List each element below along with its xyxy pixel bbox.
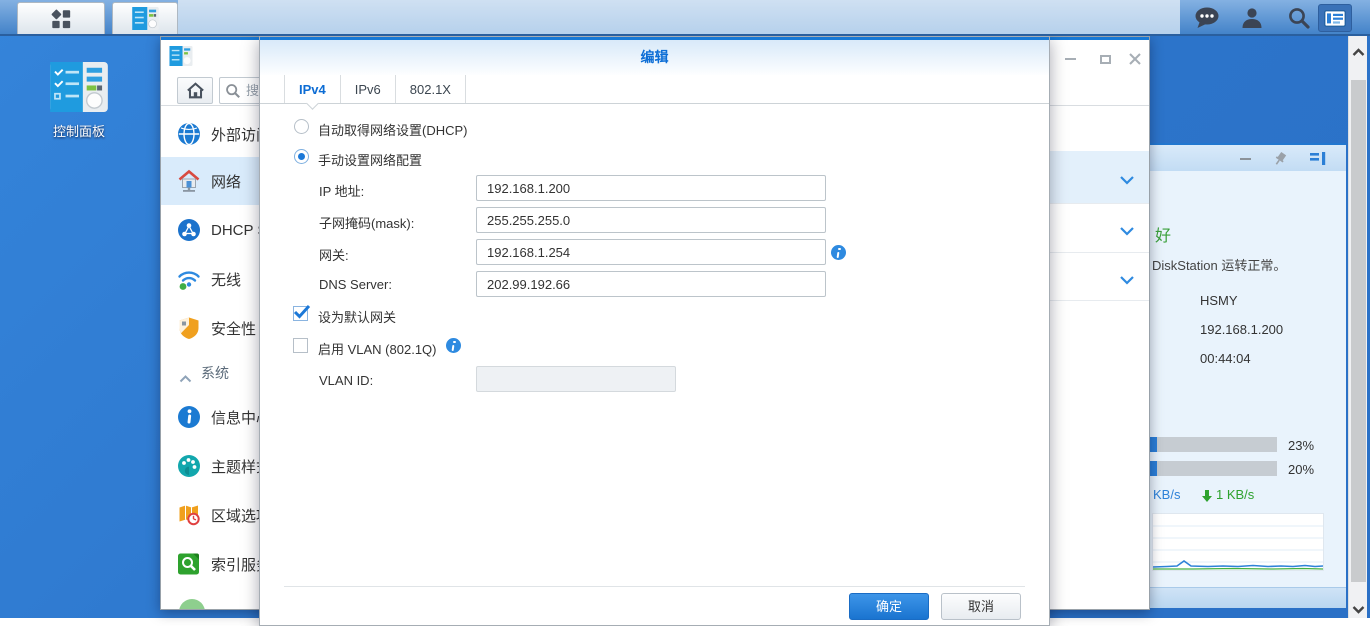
cpu-usage-bar — [1150, 437, 1277, 452]
page-scrollbar[interactable] — [1348, 36, 1367, 618]
home-button[interactable] — [177, 77, 213, 104]
desktop-icon-label: 控制面板 — [44, 121, 114, 140]
default-gateway-label: 设为默认网关 — [318, 307, 396, 326]
shield-icon — [177, 316, 201, 340]
tab-8021x[interactable]: 802.1X — [396, 75, 466, 104]
vlan-id-label: VLAN ID: — [319, 373, 373, 388]
download-speed-label: 1 KB/s — [1216, 487, 1254, 502]
radio-manual[interactable] — [294, 149, 309, 164]
maximize-button[interactable] — [1094, 51, 1116, 67]
info-icon — [177, 405, 201, 429]
scrollbar-thumb[interactable] — [1351, 80, 1366, 582]
scroll-down-icon[interactable] — [1352, 601, 1365, 610]
health-status-text: DiskStation 运转正常。 — [1152, 255, 1286, 274]
cancel-button[interactable]: 取消 — [941, 593, 1021, 620]
minimize-button[interactable] — [1059, 51, 1081, 67]
search-icon — [225, 83, 241, 104]
network-home-icon — [177, 169, 201, 193]
radio-dhcp[interactable] — [294, 119, 309, 134]
footer-divider — [284, 586, 1025, 587]
system-health-widget-panel: 好 DiskStation 运转正常。 HSMY 192.168.1.200 0… — [1150, 143, 1346, 608]
ram-usage-bar-fill — [1150, 461, 1157, 476]
uptime-value: 00:44:04 — [1200, 351, 1251, 366]
taskbar-control-panel-button[interactable] — [112, 2, 178, 34]
health-status-greeting: 好 — [1155, 222, 1171, 246]
close-button[interactable] — [1124, 51, 1146, 67]
tab-ipv6[interactable]: IPv6 — [341, 75, 396, 104]
user-menu-button[interactable] — [1238, 6, 1266, 30]
pilot-view-button[interactable] — [1318, 4, 1352, 32]
gateway-field[interactable] — [476, 239, 826, 265]
edit-dialog: 编辑 IPv4 IPv6 802.1X 自动取得网络设置(DHCP) 手动设置网… — [259, 36, 1050, 626]
subnet-mask-label: 子网掩码(mask): — [319, 213, 414, 232]
control-panel-icon — [50, 99, 108, 116]
window-title-icon — [169, 46, 193, 71]
vlan-checkbox[interactable] — [293, 338, 308, 353]
main-menu-icon — [50, 8, 72, 30]
widget-panel-icon[interactable] — [1310, 152, 1327, 171]
info-icon[interactable] — [446, 338, 461, 353]
info-icon[interactable] — [831, 245, 846, 260]
search-icon — [1287, 6, 1311, 30]
palette-icon — [177, 454, 201, 478]
ip-address-value: 192.168.1.200 — [1200, 322, 1283, 337]
widget-header — [1150, 143, 1346, 171]
ip-address-label: IP 地址: — [319, 181, 364, 200]
topbar — [0, 0, 1370, 36]
cpu-usage-bar-fill — [1150, 437, 1157, 452]
dns-server-label: DNS Server: — [319, 277, 392, 292]
scroll-up-icon[interactable] — [1352, 44, 1365, 53]
pin-icon[interactable] — [1272, 151, 1288, 172]
desktop-icon-control-panel[interactable]: 控制面板 — [44, 62, 114, 140]
chevron-down-icon[interactable] — [1119, 272, 1135, 282]
dhcp-server-icon — [177, 218, 201, 242]
widget-minimize-icon[interactable] — [1240, 158, 1251, 160]
pilot-view-icon — [1324, 10, 1346, 27]
control-panel-app-icon — [132, 7, 159, 30]
radio-dhcp-label: 自动取得网络设置(DHCP) — [318, 120, 468, 139]
upload-speed-label: KB/s — [1153, 487, 1180, 502]
map-clock-icon — [177, 503, 201, 527]
next-widget-header — [1150, 587, 1346, 608]
globe-icon — [177, 122, 201, 146]
cpu-percent-label: 23% — [1288, 438, 1314, 453]
topbar-light-section — [178, 0, 1180, 34]
tabs-divider — [260, 103, 1049, 104]
gateway-label: 网关: — [319, 245, 349, 264]
default-gateway-checkbox[interactable] — [293, 306, 308, 321]
index-search-icon — [177, 552, 201, 576]
server-name-value: HSMY — [1200, 293, 1238, 308]
wifi-icon — [177, 267, 201, 291]
ok-button[interactable]: 确定 — [849, 593, 929, 620]
download-arrow-icon — [1202, 489, 1212, 507]
ip-address-field[interactable] — [476, 175, 826, 201]
notifications-button[interactable] — [1192, 6, 1220, 30]
chevron-down-icon[interactable] — [1119, 223, 1135, 233]
network-traffic-chart — [1152, 513, 1324, 571]
chat-icon — [1193, 6, 1220, 30]
partial-next-icon — [179, 599, 205, 610]
subnet-mask-field[interactable] — [476, 207, 826, 233]
ram-percent-label: 20% — [1288, 462, 1314, 477]
search-button[interactable] — [1285, 6, 1313, 30]
dns-server-field[interactable] — [476, 271, 826, 297]
vlan-checkbox-label: 启用 VLAN (802.1Q) — [318, 339, 437, 358]
chevron-down-icon[interactable] — [1119, 172, 1135, 182]
vlan-id-field — [476, 366, 676, 392]
ram-usage-bar — [1150, 461, 1277, 476]
user-icon — [1240, 6, 1264, 30]
main-menu-button[interactable] — [17, 2, 105, 34]
chevron-up-icon — [179, 370, 192, 388]
dialog-title: 编辑 — [260, 40, 1049, 75]
radio-manual-label: 手动设置网络配置 — [318, 150, 422, 169]
